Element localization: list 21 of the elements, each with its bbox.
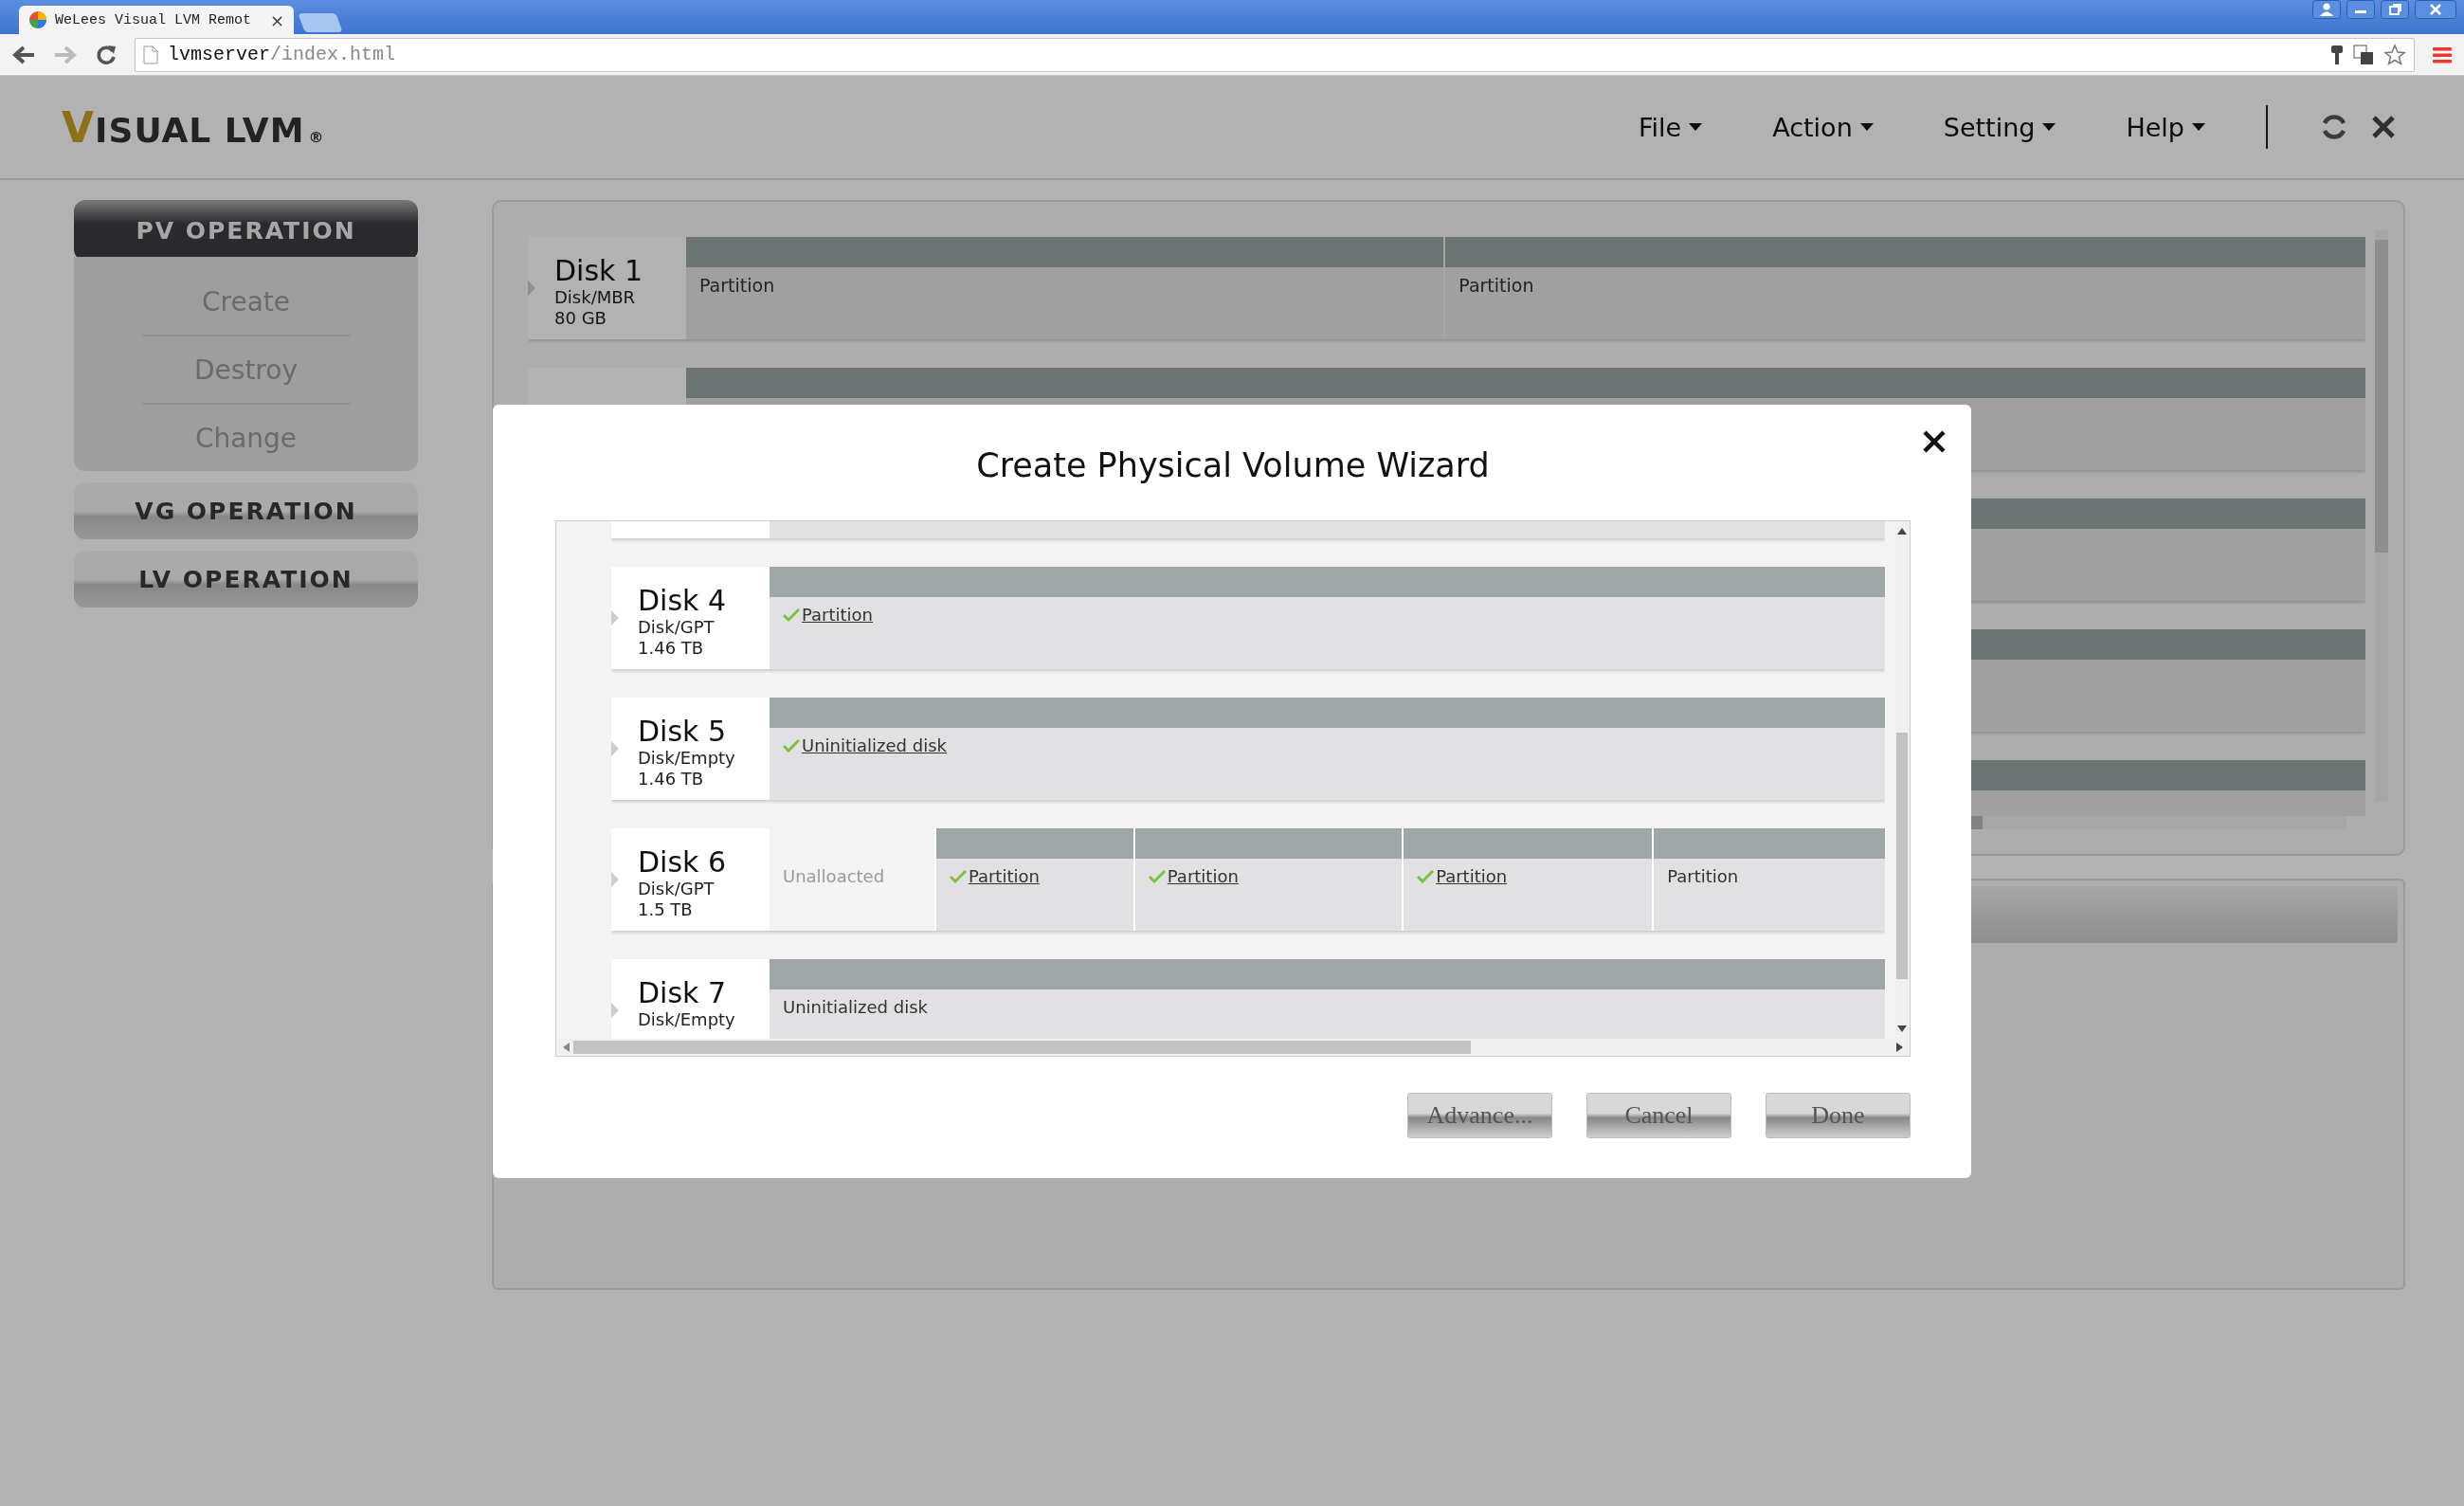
disk-name: Disk 1 <box>554 254 644 287</box>
disk-type: Disk/GPT <box>638 879 716 899</box>
partition-label: Uninitialized disk <box>783 997 928 1017</box>
partition-label: Partition <box>1667 866 1739 886</box>
disk-type: Disk/Empty <box>638 1009 736 1030</box>
logo: VISUAL LVM® <box>62 102 325 152</box>
disk-type: Disk/Empty <box>638 748 736 769</box>
disk-type: Disk/GPT <box>638 617 716 638</box>
tab-title: WeLees Visual LVM Remot <box>55 11 253 28</box>
disk-name: Disk 7 <box>638 976 728 1009</box>
disk-size: 1.5 TB <box>638 899 694 920</box>
disk-name: Disk 4 <box>638 584 728 617</box>
url-text: lvmserver/index.html <box>168 44 397 65</box>
disk-type: Disk/MBR <box>554 287 637 308</box>
disk-name: Disk 6 <box>638 845 728 879</box>
disk-size: 80 GB <box>554 308 607 329</box>
disk-size: 1.46 TB <box>638 638 705 659</box>
disk-name: Disk 5 <box>638 715 728 748</box>
disk-size: 1.46 TB <box>638 769 705 789</box>
dialog-title: Create Physical Volume Wizard <box>976 445 1490 486</box>
partition-label: Unalloacted <box>783 866 885 886</box>
